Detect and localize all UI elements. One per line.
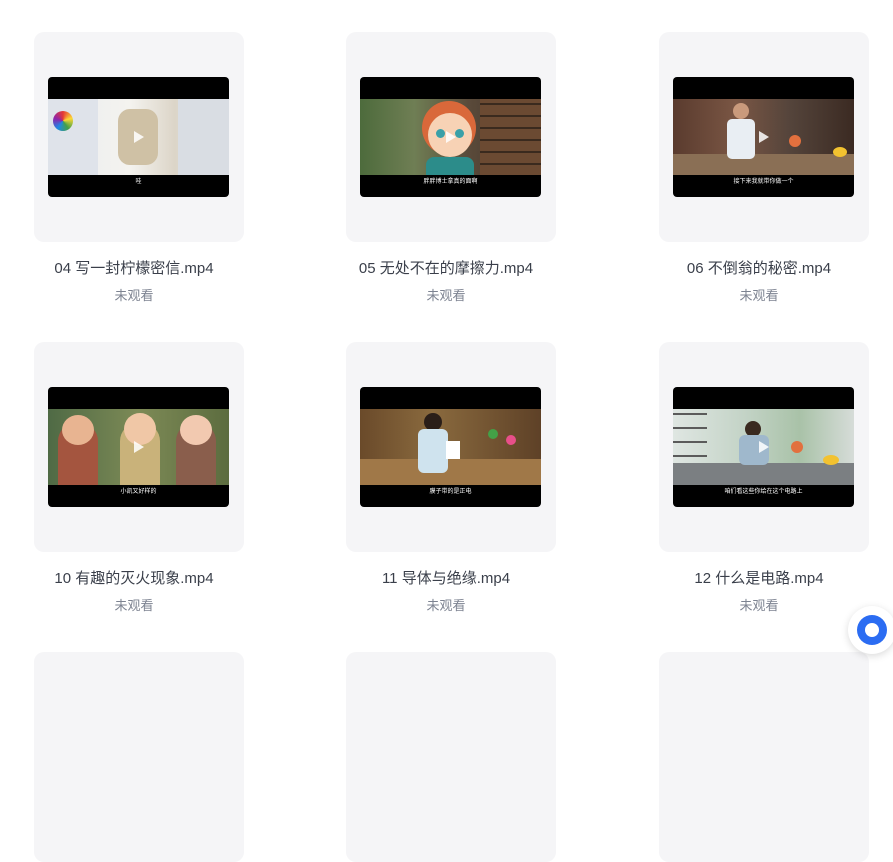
watch-status: 未观看: [114, 598, 154, 613]
video-title[interactable]: 11 导体与绝缘.mp4: [316, 567, 576, 588]
video-card[interactable]: 小凯又好样的: [34, 342, 244, 552]
video-title[interactable]: 10 有趣的灭火现象.mp4: [4, 567, 264, 588]
chat-assistant-icon: [857, 615, 887, 645]
video-card[interactable]: [34, 652, 244, 862]
video-card[interactable]: 咱们看这些你给在这个电路上: [659, 342, 869, 552]
watch-status: 未观看: [426, 598, 466, 613]
play-icon: [446, 131, 456, 143]
video-subtitle: 膜子带的是正电: [429, 488, 472, 495]
video-thumbnail[interactable]: 哇: [48, 77, 229, 197]
play-icon: [759, 131, 769, 143]
video-subtitle: 胖胖博士拿真的面啊: [423, 178, 478, 185]
play-icon: [446, 441, 456, 453]
watch-status: 未观看: [739, 288, 779, 303]
video-title[interactable]: 06 不倒翁的秘密.mp4: [629, 257, 889, 278]
watch-status: 未观看: [426, 288, 466, 303]
video-subtitle: 哇: [135, 178, 142, 185]
chat-assistant-button[interactable]: [848, 606, 893, 654]
video-title[interactable]: 05 无处不在的摩擦力.mp4: [316, 257, 576, 278]
video-thumbnail[interactable]: 胖胖博士拿真的面啊: [360, 77, 541, 197]
video-thumbnail[interactable]: 接下来我就带你做一个: [673, 77, 854, 197]
watch-status: 未观看: [739, 598, 779, 613]
video-thumbnail[interactable]: 咱们看这些你给在这个电路上: [673, 387, 854, 507]
video-title[interactable]: 04 写一封柠檬密信.mp4: [4, 257, 264, 278]
video-title[interactable]: 12 什么是电路.mp4: [629, 567, 889, 588]
play-icon: [134, 441, 144, 453]
watch-status: 未观看: [114, 288, 154, 303]
video-card[interactable]: 接下来我就带你做一个: [659, 32, 869, 242]
video-subtitle: 咱们看这些你给在这个电路上: [724, 488, 803, 495]
video-thumbnail[interactable]: 膜子带的是正电: [360, 387, 541, 507]
video-card[interactable]: [659, 652, 869, 862]
play-icon: [134, 131, 144, 143]
video-card[interactable]: [346, 652, 556, 862]
play-icon: [759, 441, 769, 453]
video-card[interactable]: 哇: [34, 32, 244, 242]
video-card[interactable]: 膜子带的是正电: [346, 342, 556, 552]
video-thumbnail[interactable]: 小凯又好样的: [48, 387, 229, 507]
video-subtitle: 接下来我就带你做一个: [733, 178, 794, 185]
video-card[interactable]: 胖胖博士拿真的面啊: [346, 32, 556, 242]
video-subtitle: 小凯又好样的: [120, 488, 157, 495]
